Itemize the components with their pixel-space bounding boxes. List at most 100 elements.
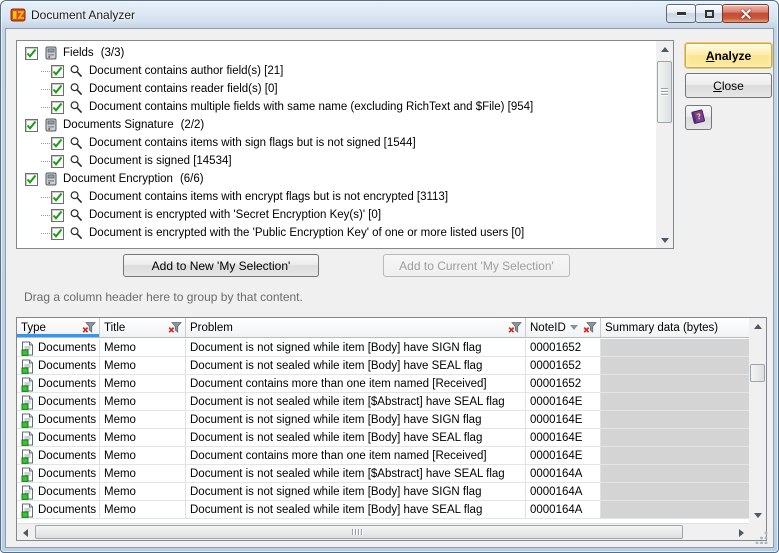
filter-icon[interactable]: [583, 321, 597, 334]
table-row[interactable]: Documents Memo Document is not sealed wh…: [17, 501, 749, 519]
scroll-left-button[interactable]: [17, 524, 33, 541]
type-cell: Documents: [38, 360, 96, 372]
tree-item[interactable]: Document is signed [14534]: [17, 152, 655, 170]
column-header-summary[interactable]: Summary data (bytes): [601, 318, 749, 337]
help-button[interactable]: ?: [685, 105, 712, 130]
table-row[interactable]: Documents Memo Document is not sealed wh…: [17, 393, 749, 411]
scroll-down-button[interactable]: [656, 232, 673, 248]
scroll-up-button[interactable]: [656, 41, 673, 57]
tree-scroll-thumb[interactable]: [657, 61, 672, 123]
checkbox-checked[interactable]: [25, 47, 38, 60]
type-cell: Documents: [38, 342, 96, 354]
filter-icon[interactable]: [82, 321, 96, 334]
close-window-button[interactable]: [722, 4, 769, 23]
table-row[interactable]: Documents Memo Document is not signed wh…: [17, 339, 749, 357]
noteid-cell: 00001652: [526, 339, 601, 356]
summary-cell: [601, 411, 749, 428]
noteid-cell: 00001652: [526, 357, 601, 374]
tree-item[interactable]: Document contains items with sign flags …: [17, 134, 655, 152]
type-cell: Documents: [38, 396, 96, 408]
scroll-right-button[interactable]: [733, 524, 749, 541]
down-arrow-icon: [754, 513, 762, 518]
filter-icon[interactable]: [168, 321, 182, 334]
tree-connector-line: [41, 143, 50, 144]
tree-item[interactable]: Document contains author field(s) [21]: [17, 62, 655, 80]
checkbox-checked[interactable]: [25, 119, 38, 132]
table-row[interactable]: Documents Memo Document is not sealed wh…: [17, 429, 749, 447]
tree-item-label: Document contains items with sign flags …: [89, 137, 416, 149]
noteid-cell: 0000164E: [526, 429, 601, 446]
tree-item[interactable]: Document contains reader field(s) [0]: [17, 80, 655, 98]
close-button[interactable]: Close: [685, 73, 772, 98]
filter-icon[interactable]: [508, 321, 522, 334]
grid-vscroll-thumb[interactable]: [750, 364, 765, 382]
tree-item-label: Document contains multiple fields with s…: [89, 101, 533, 113]
tree-item-label: Document contains items with encrypt fla…: [89, 191, 448, 203]
summary-cell: [601, 339, 749, 356]
tree-item[interactable]: Documents Signature (2/2): [17, 116, 655, 134]
title-cell: Memo: [100, 339, 186, 356]
tree-item-count: (6/6): [180, 173, 204, 185]
checkbox-checked[interactable]: [51, 137, 64, 150]
minimize-button[interactable]: [666, 4, 696, 23]
magnifier-icon: [68, 135, 85, 151]
tree-item[interactable]: Document is encrypted with 'Secret Encry…: [17, 206, 655, 224]
checkbox-checked[interactable]: [51, 209, 64, 222]
table-row[interactable]: Documents Memo Document is not signed wh…: [17, 483, 749, 501]
resize-grip[interactable]: [755, 531, 768, 544]
analyze-button[interactable]: Analyze: [685, 43, 772, 68]
checkbox-checked[interactable]: [51, 83, 64, 96]
checkbox-checked[interactable]: [51, 227, 64, 240]
noteid-cell: 0000164A: [526, 483, 601, 500]
table-row[interactable]: Documents Memo Document contains more th…: [17, 375, 749, 393]
type-cell: Documents: [38, 468, 96, 480]
tree-item[interactable]: Fields (3/3): [17, 44, 655, 62]
maximize-button[interactable]: [695, 4, 723, 23]
checkbox-checked[interactable]: [51, 191, 64, 204]
tree-item[interactable]: Document contains items with encrypt fla…: [17, 188, 655, 206]
document-icon: [21, 467, 34, 481]
tree-vertical-scrollbar[interactable]: [656, 41, 673, 248]
column-header-title[interactable]: Title: [100, 318, 186, 337]
analysis-tree: Fields (3/3) Document contains author fi…: [17, 44, 655, 242]
grid-horizontal-scrollbar[interactable]: [17, 523, 749, 540]
table-row[interactable]: Documents Memo Document is not sealed wh…: [17, 357, 749, 375]
summary-cell: [601, 483, 749, 500]
problem-cell: Document is not sealed while item [Body]…: [186, 357, 526, 374]
magnifier-icon: [68, 207, 85, 223]
column-header-noteid[interactable]: NoteID: [526, 318, 601, 337]
column-header-type[interactable]: Type: [17, 318, 100, 337]
maximize-icon: [705, 10, 714, 18]
tree-item[interactable]: Document contains multiple fields with s…: [17, 98, 655, 116]
type-cell: Documents: [38, 486, 96, 498]
checkbox-checked[interactable]: [51, 155, 64, 168]
table-row[interactable]: Documents Memo Document contains more th…: [17, 447, 749, 465]
checkbox-checked[interactable]: [51, 65, 64, 78]
scroll-up-button[interactable]: [749, 318, 766, 334]
problem-cell: Document is not signed while item [Body]…: [186, 339, 526, 356]
tree-item-label: Document is encrypted with the 'Public E…: [89, 227, 524, 239]
tree-item[interactable]: Document Encryption (6/6): [17, 170, 655, 188]
title-cell: Memo: [100, 501, 186, 518]
add-to-new-selection-button[interactable]: Add to New 'My Selection': [123, 254, 319, 277]
checkbox-checked[interactable]: [25, 173, 38, 186]
document-icon: [21, 503, 34, 517]
type-cell: Documents: [38, 378, 96, 390]
grid-hscroll-thumb[interactable]: [35, 525, 683, 539]
table-row[interactable]: Documents Memo Document is not sealed wh…: [17, 465, 749, 483]
title-bar[interactable]: Document Analyzer: [1, 1, 778, 28]
scroll-down-button[interactable]: [749, 507, 766, 523]
tree-item-label: Document Encryption: [63, 173, 173, 185]
thumb-grip: [661, 88, 668, 97]
minimize-icon: [677, 12, 686, 15]
tree-connector-line: [41, 71, 50, 72]
add-to-current-selection-button: Add to Current 'My Selection': [383, 254, 570, 277]
column-header-problem[interactable]: Problem: [186, 318, 526, 337]
tree-item[interactable]: Document is encrypted with the 'Public E…: [17, 224, 655, 242]
checkbox-checked[interactable]: [51, 101, 64, 114]
table-row[interactable]: Documents Memo Document is not signed wh…: [17, 411, 749, 429]
summary-cell: [601, 375, 749, 392]
grid-vertical-scrollbar[interactable]: [749, 318, 766, 523]
document-icon: [21, 431, 34, 445]
type-cell: Documents: [38, 504, 96, 516]
